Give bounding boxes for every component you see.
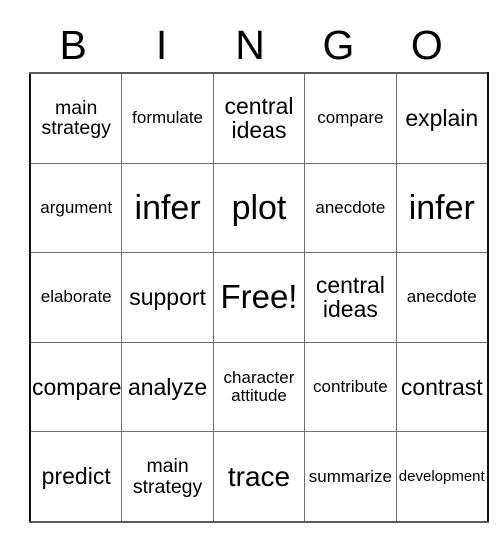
bingo-cell[interactable]: predict — [29, 431, 123, 523]
bingo-cell[interactable]: main strategy — [121, 431, 214, 523]
bingo-cell[interactable]: explain — [395, 71, 489, 164]
bingo-cell-label: character attitude — [223, 368, 295, 406]
bingo-cell[interactable]: anecdote — [395, 252, 489, 343]
bingo-cell[interactable]: support — [121, 252, 214, 343]
bingo-cell-free[interactable]: Free! — [212, 252, 306, 343]
bingo-cell[interactable]: plot — [212, 162, 306, 254]
bingo-cell[interactable]: analyze — [121, 341, 214, 433]
bingo-cell-label: predict — [41, 463, 111, 490]
bingo-header-letter-i: I — [155, 21, 168, 68]
bingo-cell[interactable]: compare — [29, 341, 123, 433]
bingo-cell[interactable]: central ideas — [304, 252, 397, 343]
bingo-cell-label: contrast — [400, 373, 483, 400]
bingo-cell[interactable]: trace — [212, 431, 306, 523]
bingo-cell[interactable]: formulate — [121, 71, 214, 164]
bingo-header-letter-g: G — [322, 21, 355, 68]
bingo-cell[interactable]: character attitude — [212, 341, 306, 433]
bingo-header-letter-b: B — [59, 21, 87, 68]
bingo-cell-label: development — [398, 467, 485, 485]
bingo-cell-label: summarize — [308, 466, 392, 486]
bingo-cell-label: analyze — [127, 373, 208, 400]
bingo-cell-label: main strategy — [41, 96, 111, 140]
bingo-row: argument infer plot anecdote infer — [29, 162, 489, 254]
bingo-cell[interactable]: contribute — [304, 341, 397, 433]
bingo-cell[interactable]: central ideas — [212, 71, 306, 164]
bingo-cell[interactable]: anecdote — [304, 162, 397, 254]
bingo-cell-label: explain — [405, 105, 479, 132]
bingo-cell-label: support — [129, 284, 206, 311]
bingo-row: main strategy formulate central ideas compa… — [29, 71, 489, 164]
bingo-cell-label: plot — [231, 188, 287, 227]
bingo-cell-label: main strategy — [132, 455, 203, 498]
bingo-cell-label: central ideas — [315, 272, 385, 323]
bingo-grid: main strategy formulate central ideas compa… — [29, 71, 489, 523]
bingo-cell[interactable]: main strategy — [29, 71, 123, 164]
bingo-cell[interactable]: elaborate — [29, 252, 123, 343]
bingo-cell-label: elaborate — [40, 287, 112, 307]
bingo-cell[interactable]: argument — [29, 162, 123, 254]
bingo-cell[interactable]: contrast — [395, 341, 489, 433]
bingo-header-letter-o: O — [410, 21, 443, 68]
bingo-cell[interactable]: development — [395, 431, 489, 523]
bingo-cell-label: anecdote — [406, 287, 477, 307]
bingo-cell-label: central ideas — [224, 92, 294, 144]
bingo-card: B I N G O main strategy formulate central … — [29, 18, 489, 523]
bingo-cell-label: compare — [317, 108, 384, 128]
bingo-header: B I N G O — [29, 18, 471, 72]
bingo-cell[interactable]: summarize — [304, 431, 397, 523]
bingo-cell-label: argument — [40, 197, 113, 217]
bingo-row: predict main strategy trace summarize develo… — [29, 431, 489, 523]
bingo-row: compare analyze character attitude contribu… — [29, 341, 489, 433]
bingo-cell-label: trace — [227, 460, 291, 492]
bingo-cell-label: formulate — [132, 108, 204, 128]
bingo-header-letter-n: N — [235, 21, 265, 68]
bingo-cell-label: compare — [32, 373, 122, 400]
bingo-cell[interactable]: infer — [395, 162, 489, 254]
bingo-row: elaborate support Free! central ideas anecdo… — [29, 252, 489, 343]
bingo-cell-label: infer — [408, 188, 475, 227]
bingo-cell-label: contribute — [313, 377, 388, 397]
bingo-cell-label: anecdote — [315, 197, 386, 217]
bingo-cell-label: Free! — [220, 278, 298, 315]
bingo-cell[interactable]: infer — [121, 162, 214, 254]
bingo-cell[interactable]: compare — [304, 71, 397, 164]
bingo-cell-label: infer — [134, 188, 201, 227]
